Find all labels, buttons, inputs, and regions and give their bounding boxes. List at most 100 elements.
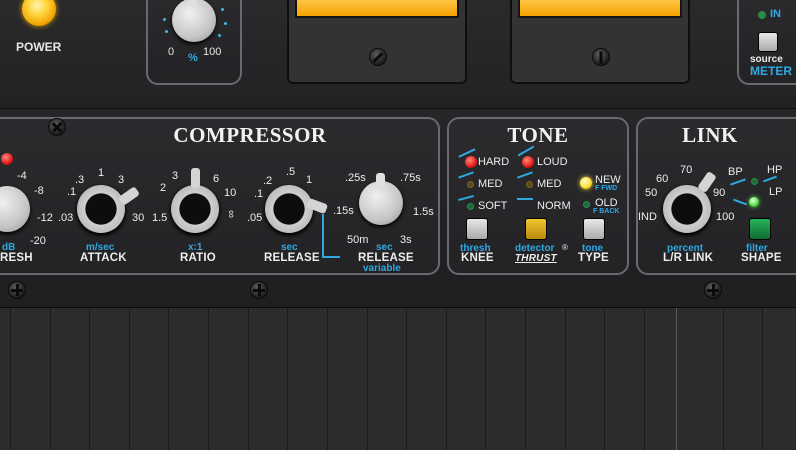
- meter-label: METER: [750, 64, 792, 78]
- release-variable-tick: 3s: [400, 234, 412, 246]
- rack-screw: [8, 281, 26, 299]
- threshold-tick: -20: [30, 235, 46, 247]
- release-variable-tick: 50m: [347, 234, 369, 246]
- attack-tick: 3: [118, 174, 125, 186]
- release-variable-knob[interactable]: [359, 181, 403, 225]
- threshold-tick: -4: [17, 170, 27, 182]
- type-new-led[interactable]: [580, 177, 592, 189]
- shape-hp-label[interactable]: HP: [767, 164, 782, 176]
- floor-divider: [644, 308, 645, 450]
- floor-divider: [168, 308, 169, 450]
- attack-tick: .3: [75, 174, 85, 186]
- source-meter-panel: IN source METER: [737, 0, 796, 85]
- ratio-tick: 2: [160, 182, 167, 194]
- lr-link-tick: IND: [638, 211, 657, 223]
- release-variable-tick: .25s: [345, 172, 366, 184]
- threshold-name-label: RESH: [0, 252, 33, 264]
- floor-divider: [10, 308, 11, 450]
- rack-screw: [250, 281, 268, 299]
- attack-tick: 30: [132, 212, 145, 224]
- link-title: LINK: [682, 123, 738, 147]
- meter-screw: [592, 48, 610, 66]
- source-meter-button[interactable]: [758, 32, 778, 52]
- knee-med-label[interactable]: MED: [478, 178, 502, 190]
- ratio-knob[interactable]: [171, 185, 219, 233]
- detector-norm-label[interactable]: NORM: [537, 200, 571, 212]
- in-label: IN: [770, 8, 781, 20]
- knee-hard-led[interactable]: [465, 156, 477, 168]
- shape-lp-label[interactable]: LP: [769, 186, 782, 198]
- release-variable-pointer: [376, 173, 385, 187]
- attack-tick: .03: [58, 212, 74, 224]
- shape-bp-label[interactable]: BP: [728, 166, 743, 178]
- floor-divider: [208, 308, 209, 450]
- ratio-tick: 1.5: [152, 212, 168, 224]
- knee-soft-led[interactable]: [467, 203, 474, 210]
- knee-med-led[interactable]: [467, 181, 474, 188]
- knee-name-label: KNEE: [461, 252, 494, 264]
- vu-meter-right-glass: [518, 0, 682, 18]
- release-name-label: RELEASE: [264, 252, 320, 264]
- release-variable-tick: .15s: [333, 205, 354, 217]
- floor-divider: [446, 308, 447, 450]
- lr-link-knob[interactable]: [663, 185, 711, 233]
- knee-hard-label[interactable]: HARD: [478, 156, 509, 168]
- shape-bp-led[interactable]: [751, 178, 758, 185]
- detector-loud-label[interactable]: LOUD: [537, 156, 568, 168]
- attack-tick: 1: [98, 167, 105, 179]
- threshold-clip-led: [1, 153, 13, 165]
- type-new-sub-label: F FWD: [595, 185, 618, 192]
- threshold-tick: -8: [34, 185, 44, 197]
- release-link-line: [322, 256, 340, 258]
- lr-link-tick: 70: [680, 164, 693, 176]
- type-old-sub-label: F BACK: [593, 208, 620, 215]
- shape-lp-led[interactable]: [749, 197, 759, 207]
- floor-divider: [565, 308, 566, 450]
- lr-link-tick: 50: [645, 187, 658, 199]
- threshold-tick: -12: [37, 212, 53, 224]
- floor-divider: [406, 308, 407, 450]
- attack-knob[interactable]: [77, 185, 125, 233]
- knee-soft-label[interactable]: SOFT: [478, 200, 507, 212]
- meter-screw: [369, 48, 387, 66]
- detector-button[interactable]: [525, 218, 547, 240]
- thrust-registered-mark: ®: [562, 243, 568, 252]
- detector-med-label[interactable]: MED: [537, 178, 561, 190]
- floor-divider: [367, 308, 368, 450]
- attack-name-label: ATTACK: [80, 252, 127, 264]
- floor-divider: [525, 308, 526, 450]
- ratio-name-label: RATIO: [180, 252, 216, 264]
- shape-name-label: SHAPE: [741, 252, 782, 264]
- vu-meter-right: [510, 0, 690, 84]
- vu-meter-left-glass: [295, 0, 459, 18]
- floor-divider: [327, 308, 328, 450]
- mix-knob[interactable]: [172, 0, 216, 42]
- type-name-label: TYPE: [578, 252, 609, 264]
- detector-norm-curve-icon: [517, 198, 533, 200]
- in-indicator: [758, 11, 766, 19]
- detector-loud-led[interactable]: [522, 156, 534, 168]
- detector-med-led[interactable]: [526, 181, 533, 188]
- rack-screw: [48, 118, 66, 136]
- ratio-tick: 6: [213, 173, 220, 185]
- release-knob[interactable]: [265, 185, 313, 233]
- floor-divider: [604, 308, 605, 450]
- release-tick: .5: [286, 166, 296, 178]
- floor-divider: [723, 308, 724, 450]
- shape-button[interactable]: [749, 218, 771, 240]
- mix-panel: 0 100 %: [146, 0, 242, 85]
- floor-divider: [762, 308, 763, 450]
- thrust-logo: THRUST: [515, 253, 557, 264]
- knee-button[interactable]: [466, 218, 488, 240]
- type-button[interactable]: [583, 218, 605, 240]
- release-variable-tick: .75s: [400, 172, 421, 184]
- compressor-title: COMPRESSOR: [173, 123, 327, 147]
- release-tick: .2: [263, 175, 273, 187]
- type-old-led[interactable]: [583, 201, 590, 208]
- release-tick: 1: [306, 174, 313, 186]
- mix-unit-label: %: [188, 52, 198, 64]
- rack-screw: [704, 281, 722, 299]
- lr-link-name-label: L/R LINK: [663, 252, 714, 264]
- floor-divider: [50, 308, 51, 450]
- ratio-pointer: [191, 168, 200, 188]
